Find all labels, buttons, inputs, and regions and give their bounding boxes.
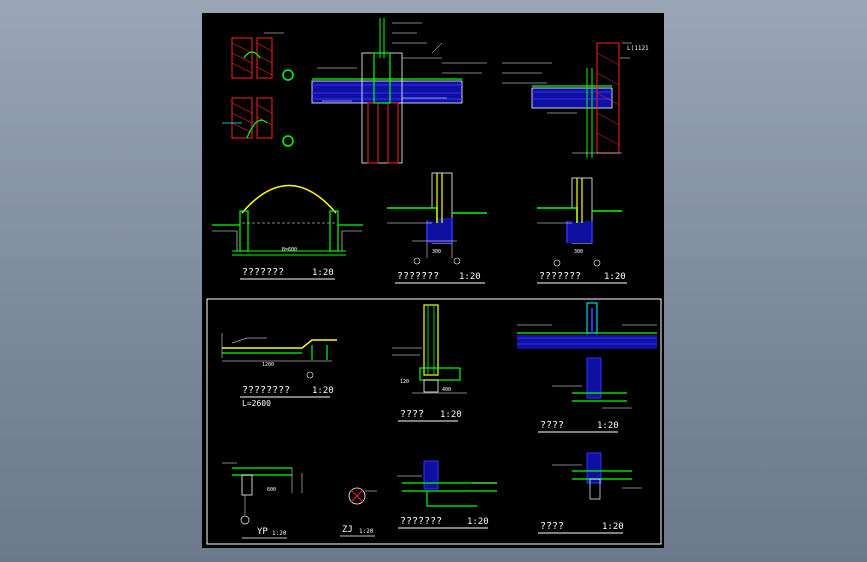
scale-t7: 1:20 xyxy=(467,517,489,527)
title-t5: ???? xyxy=(400,409,424,420)
detail-wall-beam: 400 120 xyxy=(392,304,467,394)
label-dim120: 120 xyxy=(400,379,409,385)
title-t7: ??????? xyxy=(400,516,442,527)
label-dim300-a: 300 xyxy=(432,249,441,255)
title-t9: YP xyxy=(257,527,268,537)
scale-t3: 1:20 xyxy=(604,272,626,282)
detail-roof-drain-pipe xyxy=(311,18,487,164)
detail-drawings-sheet: L(1121 B=600 ??????? 1:20 300 ??????? 1:… xyxy=(206,18,662,545)
detail-column-base xyxy=(397,460,497,507)
scale-t5: 1:20 xyxy=(440,410,462,420)
detail-canopy: 1200 xyxy=(221,333,337,379)
length-note: L=2600 xyxy=(242,399,271,408)
scale-t4: 1:20 xyxy=(312,386,334,396)
detail-roof-parapet: L(1121 xyxy=(502,42,649,158)
title-t4: ???????? xyxy=(242,385,290,396)
detail-wall-step xyxy=(552,357,632,409)
scale-t10: 1:20 xyxy=(359,528,374,535)
cad-drawing-canvas: L(1121 B=600 ??????? 1:20 300 ??????? 1:… xyxy=(202,13,664,548)
label-dim400: 400 xyxy=(442,387,451,393)
scale-t8: 1:20 xyxy=(602,522,624,532)
title-t6: ???? xyxy=(540,420,564,431)
detail-floor-slab xyxy=(517,302,657,349)
label-b600: B=600 xyxy=(282,247,297,253)
scale-t9: 1:20 xyxy=(272,530,287,537)
label-dim1200: 1200 xyxy=(262,362,274,368)
label-dim300-b: 300 xyxy=(574,249,583,255)
title-t2: ??????? xyxy=(397,271,439,282)
detail-hatched-wall-bottom xyxy=(222,97,294,147)
detail-parapet-column-1: 300 xyxy=(387,172,487,265)
detail-yp: 600 xyxy=(222,462,303,525)
detail-skylight: B=600 xyxy=(212,184,363,256)
title-t8: ???? xyxy=(540,521,564,532)
scale-t6: 1:20 xyxy=(597,421,619,431)
title-t3: ??????? xyxy=(539,271,581,282)
detail-hatched-wall-top xyxy=(231,32,294,81)
title-t1: ??????? xyxy=(242,267,284,278)
title-t10: ZJ xyxy=(342,525,353,535)
label-dim600: 600 xyxy=(267,487,276,493)
detail-zj xyxy=(348,487,377,505)
scale-t1: 1:20 xyxy=(312,268,334,278)
scale-t2: 1:20 xyxy=(459,272,481,282)
detail-parapet-column-2: 300 xyxy=(537,177,622,267)
label-l1121: L(1121 xyxy=(627,45,649,52)
detail-column-step-right xyxy=(552,452,642,500)
